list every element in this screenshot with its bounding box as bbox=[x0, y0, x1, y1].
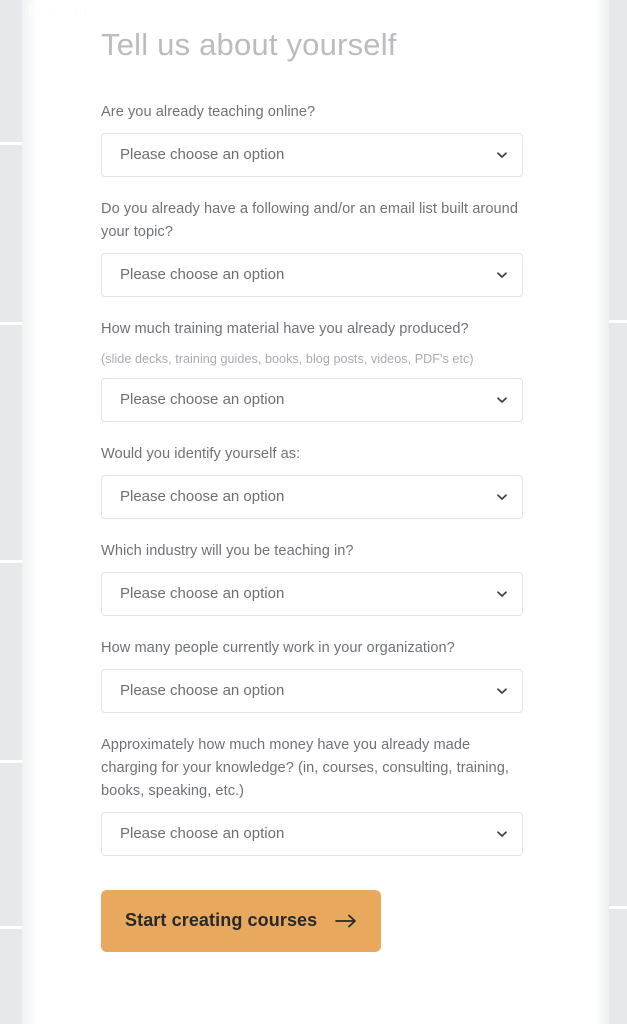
select-organization-size[interactable]: Please choose an option bbox=[101, 668, 523, 713]
select-value: Please choose an option bbox=[120, 266, 285, 284]
submit-button-label: Start creating courses bbox=[125, 910, 318, 931]
select-value: Please choose an option bbox=[120, 584, 285, 602]
chevron-down-icon[interactable] bbox=[495, 148, 509, 162]
select-value: Please choose an option bbox=[120, 390, 285, 408]
question-label: Approximately how much money have you al… bbox=[101, 736, 509, 799]
select-industry[interactable]: Please choose an option bbox=[101, 571, 523, 616]
question-label: Which industry will you be teaching in? bbox=[101, 542, 354, 559]
select-value: Please choose an option bbox=[120, 681, 285, 699]
field-group-organization-size: How many people currently work in your o… bbox=[101, 637, 527, 713]
question-label: Are you already teaching online? bbox=[101, 104, 316, 121]
question-label: How many people currently work in your o… bbox=[101, 639, 455, 656]
submit-row: Start creating courses bbox=[101, 889, 527, 952]
select-value: Please choose an option bbox=[120, 824, 285, 842]
question-hint: (slide decks, training guides, books, bl… bbox=[101, 352, 474, 367]
arrow-right-icon bbox=[335, 913, 357, 929]
field-group-industry: Which industry will you be teaching in? … bbox=[101, 540, 527, 616]
page-title: Tell us about yourself bbox=[101, 27, 397, 62]
question-label: How much training material have you alre… bbox=[101, 321, 469, 338]
select-training-material[interactable]: Please choose an option bbox=[101, 377, 523, 422]
chevron-down-icon[interactable] bbox=[495, 684, 509, 698]
chevron-down-icon[interactable] bbox=[495, 268, 509, 282]
field-group-following-email-list: Do you already have a following and/or a… bbox=[101, 198, 527, 298]
field-group-training-material: How much training material have you alre… bbox=[101, 318, 527, 422]
chevron-down-icon[interactable] bbox=[495, 587, 509, 601]
onboarding-form: Tell us about yourself Are you already t… bbox=[0, 0, 627, 952]
select-value: Please choose an option bbox=[120, 146, 285, 164]
question-label: Do you already have a following and/or a… bbox=[101, 201, 518, 241]
field-group-teaching-online: Are you already teaching online? Please … bbox=[101, 101, 527, 178]
question-label: Would you identify yourself as: bbox=[101, 445, 301, 462]
select-money-made[interactable]: Please choose an option bbox=[101, 811, 523, 856]
select-teaching-online[interactable]: Please choose an option bbox=[101, 133, 523, 178]
start-creating-courses-button[interactable]: Start creating courses bbox=[101, 889, 382, 952]
field-group-money-made: Approximately how much money have you al… bbox=[101, 734, 527, 856]
chevron-down-icon[interactable] bbox=[495, 827, 509, 841]
select-identify-yourself[interactable]: Please choose an option bbox=[101, 474, 523, 519]
chevron-down-icon[interactable] bbox=[495, 490, 509, 504]
field-group-identify-yourself: Would you identify yourself as: Please c… bbox=[101, 443, 527, 519]
select-value: Please choose an option bbox=[120, 487, 285, 505]
chevron-down-icon[interactable] bbox=[495, 393, 509, 407]
select-following-email-list[interactable]: Please choose an option bbox=[101, 253, 523, 298]
